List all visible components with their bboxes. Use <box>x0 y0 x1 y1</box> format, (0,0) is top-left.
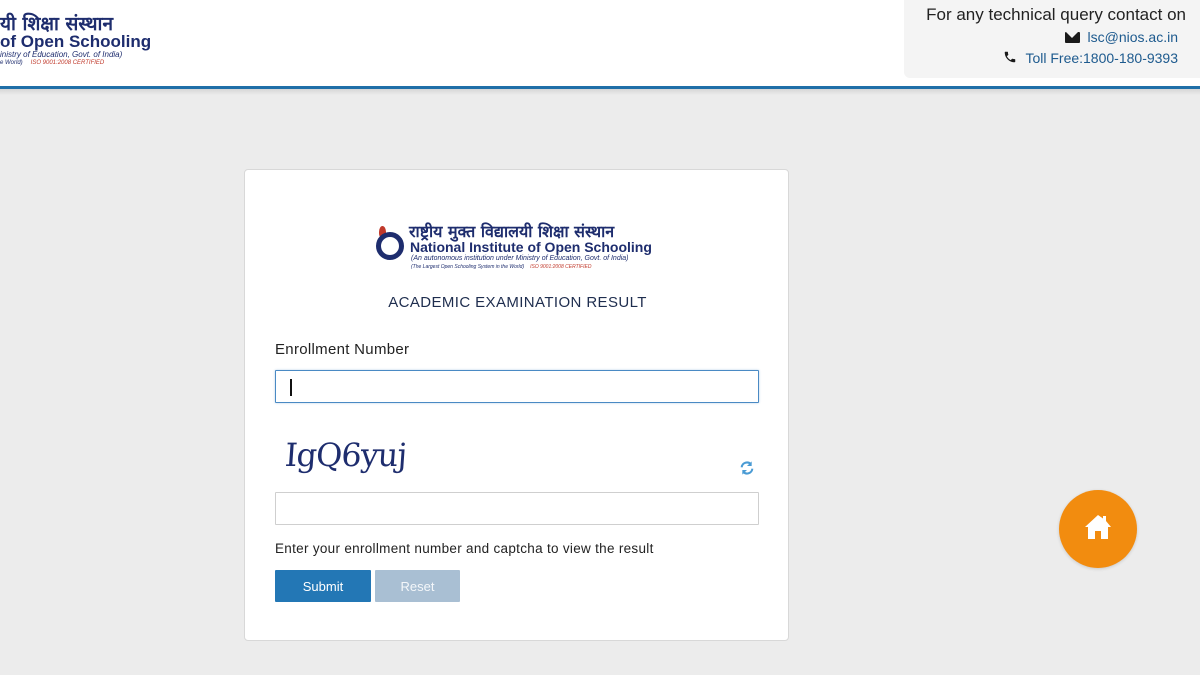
contact-title: For any technical query contact on <box>926 5 1186 24</box>
phone-icon <box>1003 50 1017 66</box>
enrollment-input[interactable] <box>275 370 759 403</box>
logo-iso-text: ISO 9001:2008 CERTIFIED <box>30 60 105 66</box>
contact-phone-text[interactable]: Toll Free:1800-180-9393 <box>1025 50 1178 66</box>
nios-logo-header[interactable]: यी शिक्षा संस्थान of Open Schooling inis… <box>0 6 152 70</box>
contact-box: For any technical query contact on lsc@n… <box>904 0 1200 78</box>
home-icon <box>1084 514 1112 545</box>
result-login-card: राष्ट्रीय मुक्त विद्यालयी शिक्षा संस्थान… <box>244 169 789 641</box>
refresh-icon[interactable] <box>739 460 755 476</box>
logo-subtitle: inistry of Education, Govt. of India) <box>0 50 123 59</box>
nios-emblem-icon <box>373 226 407 266</box>
contact-phone[interactable]: Toll Free:1800-180-9393 <box>1003 50 1178 66</box>
header-shadow <box>0 89 1200 95</box>
captcha-image: IgQ6yuj <box>283 436 408 474</box>
card-logo-subtitle: (An autonomous institution under Ministr… <box>411 255 629 262</box>
contact-email[interactable]: lsc@nios.ac.in <box>1064 29 1178 45</box>
envelope-icon <box>1064 31 1080 43</box>
captcha-input[interactable] <box>275 492 759 525</box>
nios-logo-card: राष्ट्रीय मुक्त विद्यालयी शिक्षा संस्थान… <box>373 220 663 275</box>
logo-tagline-text: e World) <box>0 60 23 66</box>
home-button[interactable] <box>1059 490 1137 568</box>
logo-tagline: e World) ISO 9001:2008 CERTIFIED <box>0 60 104 66</box>
page-title: ACADEMIC EXAMINATION RESULT <box>388 294 647 311</box>
card-logo-tagline: (The Largest Open Schooling System in th… <box>411 264 591 270</box>
card-logo-english: National Institute of Open Schooling <box>410 239 652 255</box>
reset-button[interactable]: Reset <box>375 570 460 602</box>
contact-email-text[interactable]: lsc@nios.ac.in <box>1088 29 1178 45</box>
text-caret <box>290 379 292 396</box>
top-header: यी शिक्षा संस्थान of Open Schooling inis… <box>0 0 1200 86</box>
card-logo-tagline-text: (The Largest Open Schooling System in th… <box>411 264 525 270</box>
submit-button[interactable]: Submit <box>275 570 371 602</box>
instruction-text: Enter your enrollment number and captcha… <box>275 541 654 556</box>
card-logo-iso: ISO 9001:2008 CERTIFIED <box>530 264 592 270</box>
enrollment-label: Enrollment Number <box>275 341 410 358</box>
logo-english-text: of Open Schooling <box>0 32 152 51</box>
